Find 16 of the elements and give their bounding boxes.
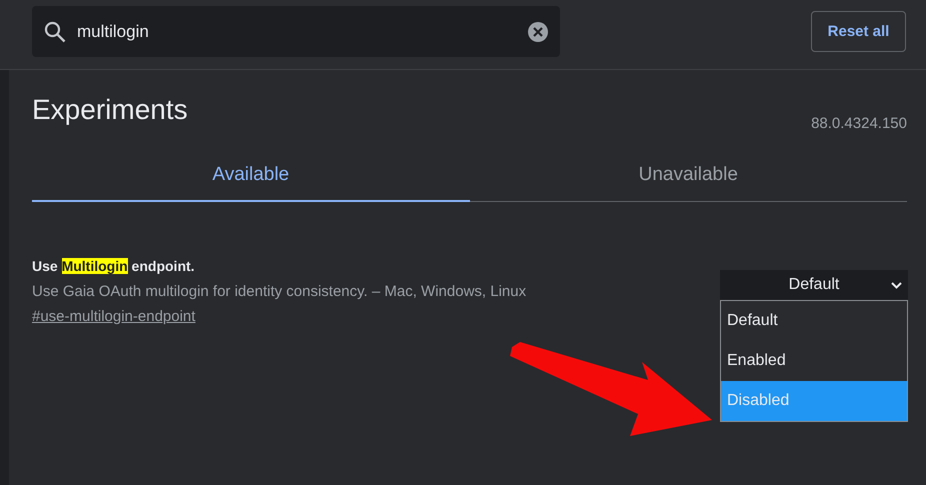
dropdown[interactable]: Default [720, 270, 908, 300]
experiment-title: Use Multilogin endpoint. [32, 258, 196, 274]
version-label: 88.0.4324.150 [811, 115, 907, 132]
dropdown-option[interactable]: Default [721, 301, 907, 341]
reset-all-button[interactable]: Reset all [811, 11, 906, 52]
experiment-description: Use Gaia OAuth multilogin for identity consistency. – Mac, Windows, Linux [32, 283, 526, 300]
search-icon [44, 20, 66, 42]
tab[interactable]: Available [32, 150, 470, 202]
page-title: Experiments [32, 94, 188, 126]
experiment-link[interactable]: #use-multilogin-endpoint [32, 308, 196, 325]
search-box[interactable]: multilogin [32, 6, 560, 57]
dropdown-option[interactable]: Enabled [721, 341, 907, 381]
clear-icon[interactable] [528, 22, 548, 42]
search-field[interactable]: multilogin [77, 22, 528, 42]
tab[interactable]: Unavailable [470, 150, 907, 202]
chevron-down-icon [891, 282, 902, 289]
